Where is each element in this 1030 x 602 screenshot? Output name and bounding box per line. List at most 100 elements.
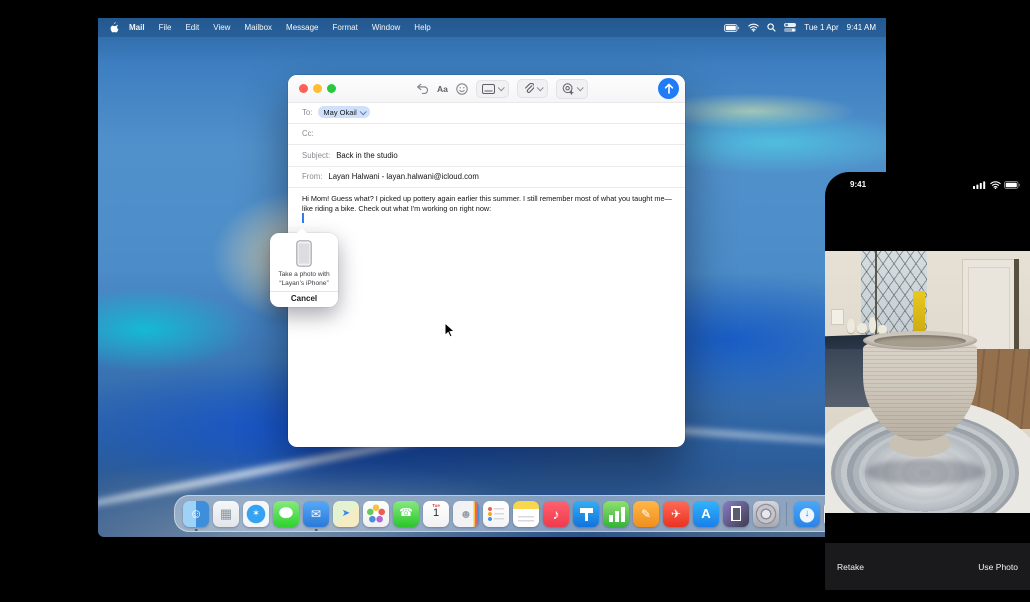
popover-text-line1: Take a photo with [270,271,338,278]
menu-item-format[interactable]: Format [333,23,358,32]
dock-item-contacts[interactable]: ☻ [453,501,479,527]
launchpad-icon: ▦ [213,501,239,527]
dock-item-safari[interactable]: ✶ [243,501,269,527]
subject-field[interactable]: Subject: Back in the studio [288,145,685,167]
chevron-down-icon [577,84,584,91]
running-indicator [195,529,198,532]
use-photo-button[interactable]: Use Photo [978,562,1018,572]
recipient-token[interactable]: May Okail [318,106,369,118]
emoji-icon[interactable] [456,83,468,95]
menu-item-help[interactable]: Help [414,23,430,32]
cc-field[interactable]: Cc: [288,124,685,146]
battery-icon[interactable] [724,24,740,32]
pot-shadow [865,459,985,485]
retake-button[interactable]: Retake [837,562,864,572]
mail-compose-window: Aa [288,75,685,447]
dock-item-downloads[interactable]: ↓ [794,501,820,527]
dock-item-keynote[interactable] [573,501,599,527]
phone-icon: ☎ [393,501,419,527]
screenshot-stage: Mail File Edit View Mailbox Message Format Wind… [0,0,1030,602]
downloads-glyph: ↓ [805,509,810,519]
control-center-icon[interactable] [784,23,796,32]
attach-file-button[interactable] [517,79,548,98]
system-settings-icon [753,501,779,527]
rocket-glyph: ✈ [671,508,681,520]
menu-item-message[interactable]: Message [286,23,318,32]
door-panel [968,267,1010,357]
iphone-screen: 9:41 [825,172,1030,597]
menu-bar-date[interactable]: Tue 1 Apr [804,23,838,32]
camera-preview-photo [825,251,1030,513]
dock-item-mail[interactable]: ✉ [303,501,329,527]
pottery-piece [857,323,867,333]
menu-item-mail[interactable]: Mail [129,23,145,32]
dock-item-system-settings[interactable] [753,501,779,527]
dock-item-iphone-mirroring[interactable] [723,501,749,527]
search-icon[interactable] [767,23,776,32]
menu-item-mailbox[interactable]: Mailbox [244,23,272,32]
mouse-pointer [444,322,456,339]
minimize-window-button[interactable] [313,84,322,93]
popover-text-line2: “Layan’s iPhone” [270,280,338,287]
compose-toolbar: Aa [416,75,588,102]
popover-divider [270,291,338,292]
dock-item-music[interactable]: ♪ [543,501,569,527]
battery-icon [1004,181,1021,189]
undo-icon[interactable] [416,83,429,94]
menu-bar-clock[interactable]: 9:41 AM [847,23,876,32]
safari-glyph: ✶ [252,509,260,518]
reminders-icon [483,501,509,527]
downloads-icon: ↓ [794,501,820,527]
zoom-window-button[interactable] [327,84,336,93]
launchpad-glyph: ▦ [220,507,232,520]
menu-item-view[interactable]: View [213,23,230,32]
maps-glyph: ➤ [342,509,350,519]
message-body[interactable]: Hi Mom! Guess what? I picked up pottery … [302,194,672,213]
dock-item-messages[interactable] [273,501,299,527]
chevron-down-icon [498,84,505,91]
dock-item-finder[interactable]: ☺ [183,501,209,527]
header-fields-button[interactable] [476,80,509,98]
dock-item-app-store[interactable]: A [693,501,719,527]
apple-menu[interactable] [108,21,119,34]
safari-icon: ✶ [243,501,269,527]
desktop-wallpaper: Mail File Edit View Mailbox Message Format Wind… [98,18,886,537]
dock-item-reminders[interactable] [483,501,509,527]
clay-pot-opening [874,335,966,347]
dock-item-maps[interactable]: ➤ [333,501,359,527]
dock-item-calendar[interactable]: Tue1 [423,501,449,527]
cancel-button[interactable]: Cancel [270,294,338,303]
insert-photo-button[interactable] [556,79,588,99]
text-cursor [302,213,304,223]
phone-glyph: ☎ [399,508,413,519]
menu-item-window[interactable]: Window [372,23,400,32]
dock-item-notes[interactable] [513,501,539,527]
dock-item-rocket[interactable]: ✈ [663,501,689,527]
finder-icon: ☺ [183,501,209,527]
menu-bar: Mail File Edit View Mailbox Message Format Wind… [98,18,886,37]
recipient-name: May Okail [323,108,356,117]
from-field[interactable]: From: Layan Halwani - layan.halwani@iclo… [288,167,685,189]
dock-item-phone[interactable]: ☎ [393,501,419,527]
dock-divider [786,502,787,526]
window-titlebar[interactable]: Aa [288,75,685,103]
dock-item-pages[interactable]: ✎ [633,501,659,527]
dock-item-launchpad[interactable]: ▦ [213,501,239,527]
wifi-icon[interactable] [748,23,759,32]
apple-logo-icon [108,21,119,34]
format-icon[interactable]: Aa [437,84,448,94]
dock-item-photos[interactable] [363,501,389,527]
menu-item-file[interactable]: File [159,23,172,32]
app-store-icon: A [693,501,719,527]
pottery-piece [869,317,876,333]
camera-action-bar: Retake Use Photo [825,543,1030,590]
menu-item-edit[interactable]: Edit [185,23,199,32]
close-window-button[interactable] [299,84,308,93]
calendar-icon: Tue1 [423,501,449,527]
iphone-clock: 9:41 [850,180,866,189]
framed-tile [831,309,844,325]
send-button[interactable] [658,78,679,99]
to-field[interactable]: To: May Okail [288,102,685,124]
dock-item-numbers[interactable] [603,501,629,527]
menu-items: Mail File Edit View Mailbox Message Format Wind… [129,23,431,32]
